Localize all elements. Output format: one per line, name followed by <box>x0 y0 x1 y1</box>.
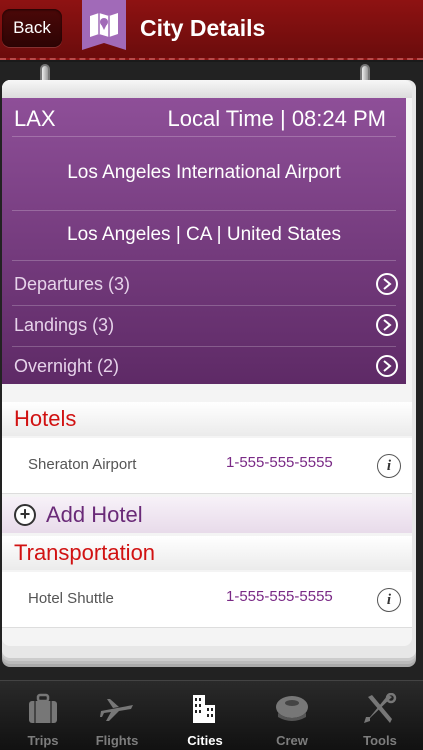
overnight-row[interactable]: Overnight (2) <box>14 346 400 386</box>
back-button[interactable]: Back <box>2 9 62 47</box>
suitcase-icon <box>29 693 57 723</box>
city-card: LAX Local Time | 08:24 PM Los Angeles In… <box>2 80 412 646</box>
chevron-right-icon <box>376 273 398 295</box>
hotel-row[interactable]: Sheraton Airport 1-555-555-5555 i <box>2 438 412 494</box>
tools-icon <box>364 693 397 723</box>
info-icon[interactable]: i <box>377 454 401 478</box>
add-hotel-button[interactable]: + Add Hotel <box>2 497 412 533</box>
transportation-heading: Transportation <box>2 536 412 570</box>
buildings-icon <box>193 695 215 723</box>
chevron-right-icon <box>376 314 398 336</box>
hotel-phone[interactable]: 1-555-555-5555 <box>226 454 333 471</box>
departures-row[interactable]: Departures (3) <box>14 264 400 304</box>
pilot-cap-icon <box>276 696 308 721</box>
add-hotel-label: Add Hotel <box>46 502 143 527</box>
tab-label: Cities <box>187 733 223 748</box>
tab-crew[interactable]: Crew <box>249 681 335 750</box>
divider <box>12 136 396 137</box>
tab-label: Tools <box>363 733 397 748</box>
divider <box>12 210 396 211</box>
nav-header: Back City Details <box>0 0 423 60</box>
plus-icon: + <box>14 504 36 526</box>
airplane-icon <box>100 699 133 721</box>
transportation-phone[interactable]: 1-555-555-5555 <box>226 588 333 605</box>
page-title: City Details <box>140 15 266 41</box>
transportation-name: Hotel Shuttle <box>28 590 114 607</box>
chevron-right-icon <box>376 355 398 377</box>
hotels-heading: Hotels <box>2 402 412 436</box>
tab-bar: Trips Flights Cities Crew Tools <box>0 680 423 750</box>
local-time: Local Time | 08:24 PM <box>167 106 387 131</box>
landings-label: Landings (3) <box>14 315 115 335</box>
tab-label: Crew <box>276 733 308 748</box>
airport-name: Los Angeles International Airport <box>67 162 341 183</box>
overnight-label: Overnight (2) <box>14 356 120 376</box>
airport-location: Los Angeles | CA | United States <box>67 224 341 245</box>
landings-row[interactable]: Landings (3) <box>14 305 400 345</box>
tab-tools[interactable]: Tools <box>337 681 423 750</box>
tab-label: Flights <box>95 733 139 748</box>
transportation-row[interactable]: Hotel Shuttle 1-555-555-5555 i <box>2 572 412 628</box>
card-top-strip <box>2 80 412 98</box>
info-icon[interactable]: i <box>377 588 401 612</box>
tab-cities[interactable]: Cities <box>162 681 248 750</box>
map-icon <box>82 0 126 50</box>
divider <box>12 260 396 261</box>
airport-code: LAX <box>14 106 56 131</box>
departures-label: Departures (3) <box>14 274 131 294</box>
tab-flights[interactable]: Flights <box>74 681 160 750</box>
hotel-name: Sheraton Airport <box>28 456 137 473</box>
airport-panel: LAX Local Time | 08:24 PM Los Angeles In… <box>2 98 406 384</box>
